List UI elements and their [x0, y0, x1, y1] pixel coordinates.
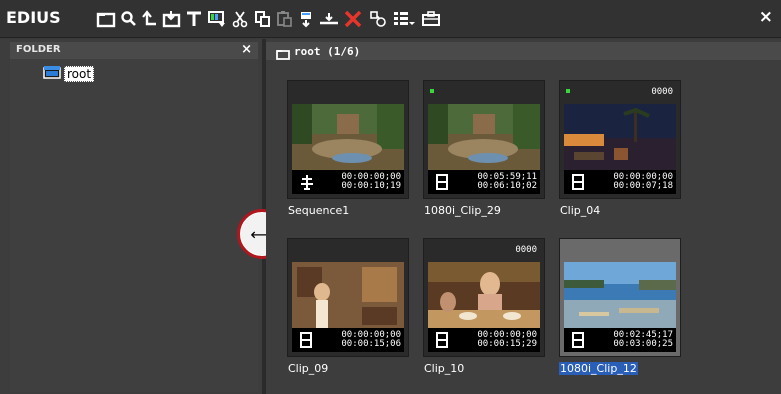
timecode-out: 00:00:10;19: [341, 181, 401, 191]
add-clip-icon[interactable]: [160, 7, 184, 31]
clip-count: 0000: [651, 87, 673, 97]
folder-icon: [276, 45, 290, 64]
clip-thumbnail: [564, 262, 676, 328]
view-dropdown-icon[interactable]: [406, 7, 418, 31]
copy-icon[interactable]: [250, 7, 274, 31]
timecode-out: 00:00:15;06: [341, 339, 401, 349]
timecode-out: 00:00:07;18: [613, 181, 673, 191]
paste-icon[interactable]: [272, 7, 296, 31]
add-title-icon[interactable]: [182, 7, 206, 31]
clip-info-bar: 00:02:45;17 00:03:00;25: [564, 328, 676, 352]
film-icon: [300, 332, 312, 352]
clip-header: [287, 238, 409, 260]
tree-item-root[interactable]: root: [43, 64, 95, 83]
delete-icon[interactable]: [341, 7, 365, 31]
close-icon[interactable]: ×: [759, 7, 773, 27]
clip-header: 0000: [423, 238, 545, 260]
clip-name: 1080i_Clip_29: [424, 204, 501, 217]
properties-icon[interactable]: [366, 7, 390, 31]
clip-name: 1080i_Clip_12: [559, 362, 638, 375]
clip-thumbnail: [564, 104, 676, 170]
folder-panel: FOLDER × root: [0, 39, 262, 394]
sequence-icon: [300, 174, 314, 194]
folder-panel-title: FOLDER: [16, 44, 61, 55]
add-to-timeline-icon[interactable]: [294, 7, 318, 31]
clip-item[interactable]: 00:05:59;11 00:06:10;02 1080i_Clip_29: [423, 80, 545, 217]
clip-header: [423, 80, 545, 102]
clip-name: Sequence1: [288, 204, 350, 217]
film-icon: [436, 174, 448, 194]
clip-info-bar: 00:05:59;11 00:06:10;02: [428, 170, 540, 194]
app-logo: EDIUS: [6, 8, 61, 27]
clip-header: [287, 80, 409, 102]
timecode-out: 00:00:15;29: [477, 339, 537, 349]
timecode-out: 00:03:00;25: [613, 339, 673, 349]
bin-header: root (1/6): [266, 42, 781, 60]
folder-icon: [43, 64, 61, 83]
clip-item[interactable]: 00:00:00;00 00:00:10;19 Sequence1: [287, 80, 409, 217]
go-up-icon[interactable]: [138, 7, 162, 31]
clip-info-bar: 00:00:00;00 00:00:10;19: [292, 170, 404, 194]
clip-thumbnail: [292, 104, 404, 170]
folder-panel-header: FOLDER ×: [10, 42, 258, 59]
clip-info-bar: 00:00:00;00 00:00:07;18: [564, 170, 676, 194]
sequence-icon[interactable]: [419, 7, 443, 31]
clip-name: Clip_09: [288, 362, 329, 375]
color-bar-icon[interactable]: [205, 7, 229, 31]
timecode-out: 00:06:10;02: [477, 181, 537, 191]
clip-header: 0000: [559, 80, 681, 102]
clip-info-bar: 00:00:00;00 00:00:15;29: [428, 328, 540, 352]
film-icon: [572, 332, 584, 352]
clip-thumbnail: [292, 262, 404, 328]
cut-icon[interactable]: [228, 7, 252, 31]
clip-thumbnail: [428, 104, 540, 170]
clip-header: [559, 238, 681, 260]
status-marker: [430, 89, 434, 93]
bin-panel: root (1/6) 00:00:00;00 00:00:10;19 Sequenc…: [266, 39, 781, 394]
clip-info-bar: 00:00:00;00 00:00:15;06: [292, 328, 404, 352]
clip-item[interactable]: 0000 00:00:00;00 00:00:15;29 Clip_10: [423, 238, 545, 375]
clip-name: Clip_04: [560, 204, 601, 217]
tree-item-label: root: [64, 65, 95, 82]
clip-item[interactable]: 0000 00:00:00;00 00:00:07;18 Clip_04: [559, 80, 681, 217]
clip-name: Clip_10: [424, 362, 465, 375]
insert-to-timeline-icon[interactable]: [317, 7, 341, 31]
bin-path-title: root (1/6): [294, 45, 361, 58]
folder-tree[interactable]: root: [10, 59, 258, 392]
close-icon[interactable]: ×: [241, 42, 252, 57]
clip-item[interactable]: 00:02:45;17 00:03:00;25 1080i_Clip_12: [559, 238, 681, 375]
clip-count: 0000: [515, 245, 537, 255]
film-icon: [436, 332, 448, 352]
new-folder-icon[interactable]: [94, 7, 118, 31]
clip-item[interactable]: 00:00:00;00 00:00:15;06 Clip_09: [287, 238, 409, 375]
status-marker: [566, 89, 570, 93]
clip-thumbnail: [428, 262, 540, 328]
toolbar: EDIUS ×: [0, 0, 781, 38]
film-icon: [572, 174, 584, 194]
